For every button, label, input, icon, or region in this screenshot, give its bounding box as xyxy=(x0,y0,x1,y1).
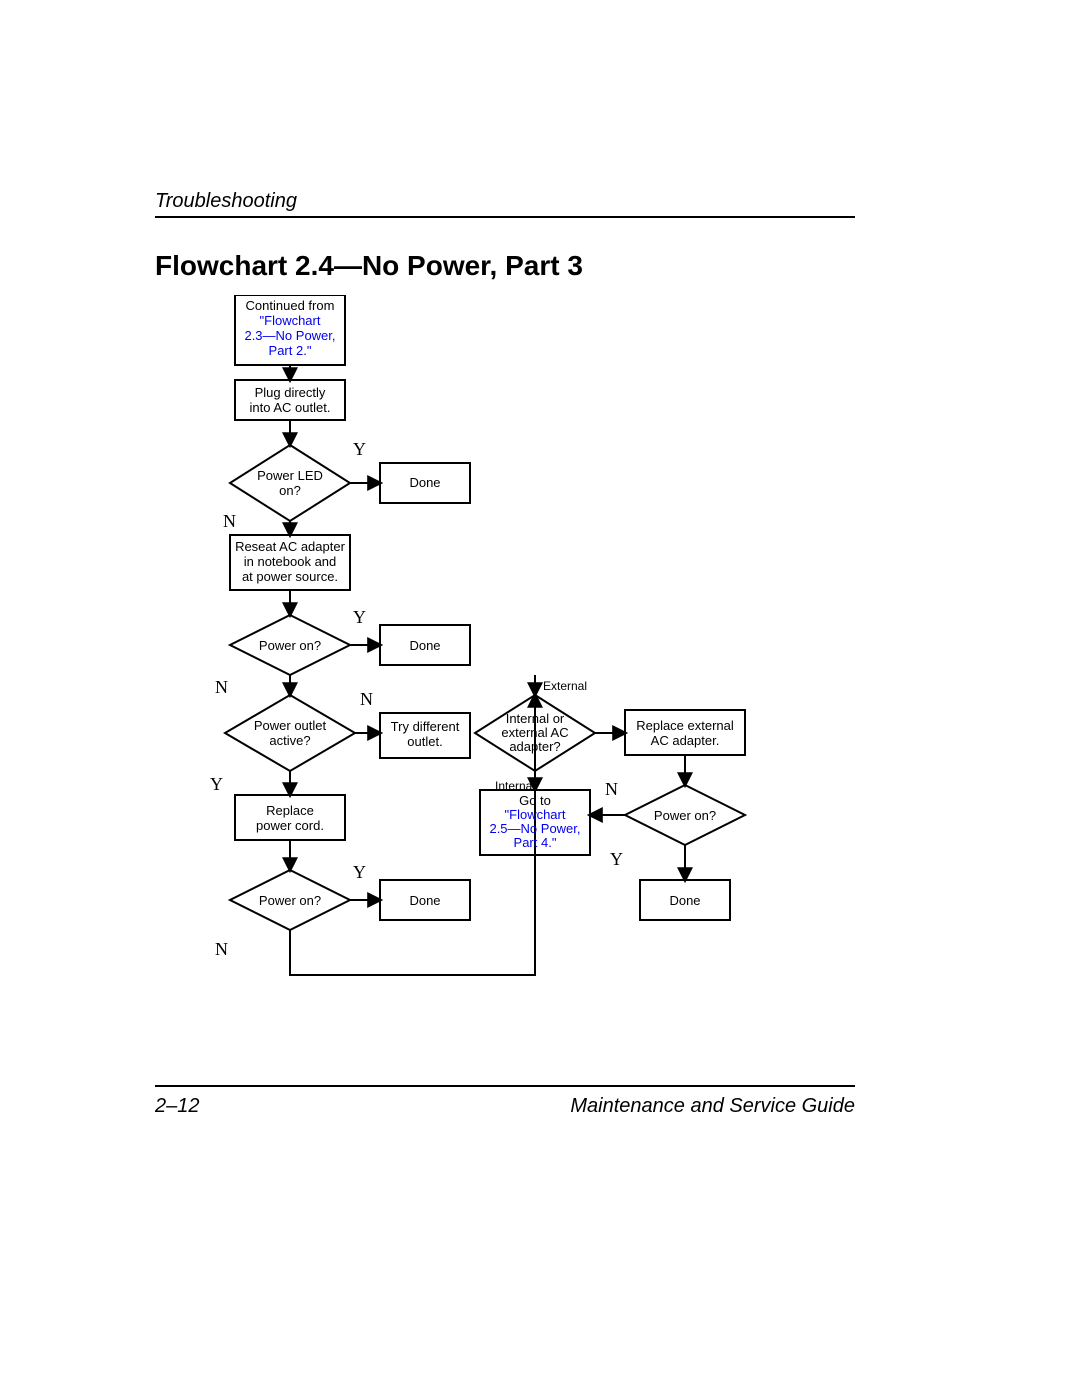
text: Power on? xyxy=(259,638,321,653)
label-n: N xyxy=(605,779,618,799)
label-n: N xyxy=(215,939,228,959)
text: Plug directly xyxy=(255,385,326,400)
text: at power source. xyxy=(242,569,338,584)
flowchart: Continued from "Flowchart 2.3—No Power, … xyxy=(155,295,855,1065)
text: Replace external xyxy=(636,718,734,733)
text: Done xyxy=(409,638,440,653)
text: adapter? xyxy=(509,739,560,754)
text: outlet. xyxy=(407,734,442,749)
label-y: Y xyxy=(353,439,366,459)
text: external AC xyxy=(501,725,568,740)
label-y: Y xyxy=(610,849,623,869)
text: Power LED xyxy=(257,468,323,483)
book-title: Maintenance and Service Guide xyxy=(570,1095,855,1118)
link-flowchart-2-5[interactable]: 2.5—No Power, xyxy=(489,821,580,836)
text: Done xyxy=(409,893,440,908)
page-title: Flowchart 2.4—No Power, Part 3 xyxy=(155,250,583,282)
text: Power on? xyxy=(654,808,716,823)
label-y: Y xyxy=(353,862,366,882)
text: Power outlet xyxy=(254,718,327,733)
document-page: Troubleshooting Flowchart 2.4—No Power, … xyxy=(0,0,1080,1397)
text: Try different xyxy=(391,719,460,734)
text: Go to xyxy=(519,793,551,808)
footer-rule xyxy=(155,1085,855,1087)
text: into AC outlet. xyxy=(250,400,331,415)
text: active? xyxy=(269,733,310,748)
text: Done xyxy=(669,893,700,908)
label-n: N xyxy=(223,511,236,531)
text: in notebook and xyxy=(244,554,337,569)
text: Continued from xyxy=(246,298,335,313)
text: Power on? xyxy=(259,893,321,908)
label-y: Y xyxy=(210,774,223,794)
label-y: Y xyxy=(353,607,366,627)
link-flowchart-2-3[interactable]: Part 2." xyxy=(269,343,312,358)
text: on? xyxy=(279,483,301,498)
label-n: N xyxy=(215,677,228,697)
label-n: N xyxy=(360,689,373,709)
text: Internal or xyxy=(506,711,565,726)
link-flowchart-2-5[interactable]: Part 4." xyxy=(514,835,557,850)
label-external: External xyxy=(543,679,587,693)
link-flowchart-2-5[interactable]: "Flowchart xyxy=(505,807,566,822)
link-flowchart-2-3[interactable]: "Flowchart xyxy=(260,313,321,328)
header-rule xyxy=(155,216,855,218)
text: Replace xyxy=(266,803,314,818)
page-number: 2–12 xyxy=(155,1095,200,1118)
text: Reseat AC adapter xyxy=(235,539,346,554)
text: AC adapter. xyxy=(651,733,720,748)
link-flowchart-2-3[interactable]: 2.3—No Power, xyxy=(244,328,335,343)
section-header: Troubleshooting xyxy=(155,190,297,213)
text: power cord. xyxy=(256,818,324,833)
text: Done xyxy=(409,475,440,490)
